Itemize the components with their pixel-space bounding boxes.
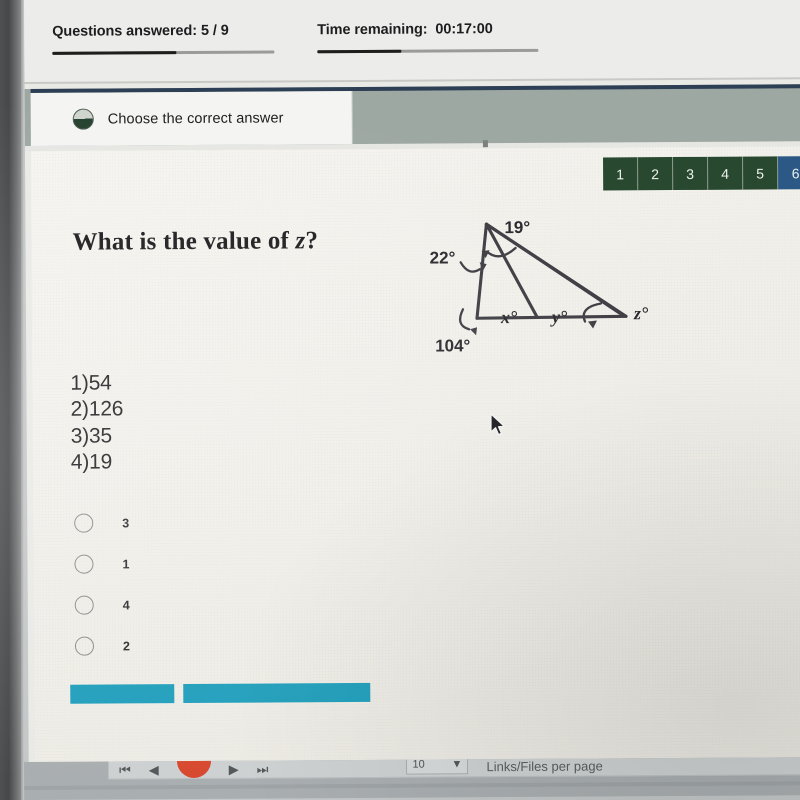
choice-group[interactable]: 3 1 4 2 xyxy=(69,501,330,667)
toolbar-shadow xyxy=(24,781,800,790)
current-page-indicator xyxy=(176,757,211,779)
photographed-screen: Questions answered: 5 / 9 Time remaining… xyxy=(0,0,800,800)
choice-option-2[interactable]: 2 xyxy=(70,624,330,667)
monitor-bezel-left xyxy=(0,0,22,800)
question-nav-button-6[interactable]: 6 xyxy=(778,156,800,190)
question-nav-button-2[interactable]: 2 xyxy=(638,157,674,191)
time-remaining-text: Time remaining: 00:17:00 xyxy=(317,21,493,38)
choice-option-4[interactable]: 4 xyxy=(70,583,330,626)
angle-label-y: y° xyxy=(550,307,568,327)
status-bar: Questions answered: 5 / 9 Time remaining… xyxy=(24,0,800,84)
question-number-nav[interactable]: 123456 xyxy=(603,156,800,191)
screen-artifact xyxy=(482,140,488,148)
mouse-cursor xyxy=(490,413,507,438)
prompt-suffix: ? xyxy=(305,227,319,255)
prompt-variable: z xyxy=(295,227,306,255)
per-page-label: Links/Files per page xyxy=(486,758,603,775)
choice-label: 2 xyxy=(122,638,130,653)
quiz-page: Questions answered: 5 / 9 Time remaining… xyxy=(24,0,800,776)
per-page-value: 10 xyxy=(412,758,425,771)
triangle-diagram-svg: 22° 19° 104° x° y° z° xyxy=(430,218,649,356)
radio-button-4[interactable] xyxy=(74,595,94,615)
angle-label-19: 19° xyxy=(504,218,530,237)
next-page-icon[interactable]: ▶ xyxy=(229,762,239,777)
geometry-figure: 22° 19° 104° x° y° z° xyxy=(429,209,670,370)
question-nav-button-4[interactable]: 4 xyxy=(708,156,744,190)
questions-answered-value: 5 / 9 xyxy=(200,22,229,39)
first-page-icon[interactable]: ⏮ xyxy=(119,762,131,777)
angle-label-z: z° xyxy=(633,303,649,323)
chevron-down-icon: ▼ xyxy=(451,758,463,771)
time-progress-bar xyxy=(317,48,539,54)
next-button[interactable] xyxy=(183,682,371,704)
angle-label-x: x° xyxy=(500,307,518,327)
answer-list-item: 4)19 xyxy=(70,450,113,475)
page-title: What is the value of z? xyxy=(72,227,318,256)
radio-button-2[interactable] xyxy=(74,636,95,656)
per-page-select[interactable]: 10 ▼ xyxy=(406,757,469,775)
question-nav-button-3[interactable]: 3 xyxy=(673,156,709,191)
bottom-toolbar: ⏮ ◀ ▶ ⏭ 10 ▼ Links/Files per page xyxy=(24,757,800,800)
choice-label: 3 xyxy=(122,515,130,530)
tab-strip: Choose the correct answer xyxy=(24,84,800,151)
answer-list-item: 2)126 xyxy=(70,397,124,422)
answer-list-item: 1)54 xyxy=(70,371,112,395)
angle-label-22: 22° xyxy=(430,248,456,267)
choice-label: 1 xyxy=(122,556,130,571)
question-nav-button-1[interactable]: 1 xyxy=(603,157,639,191)
previous-button[interactable] xyxy=(70,684,175,704)
time-remaining-label: Time remaining: xyxy=(317,21,428,39)
answer-option-list: 1)54 2)126 3)35 4)19 xyxy=(70,370,123,476)
time-remaining-value: 00:17:00 xyxy=(435,21,493,38)
questions-progress-bar xyxy=(52,50,275,55)
half-filled-circle-icon xyxy=(72,108,94,130)
previous-page-icon[interactable]: ◀ xyxy=(149,762,159,777)
radio-button-3[interactable] xyxy=(74,513,94,533)
prompt-prefix: What is the value of xyxy=(72,227,296,256)
pagination-bar: ⏮ ◀ ▶ ⏭ 10 ▼ Links/Files per page xyxy=(107,757,800,780)
questions-answered-stat: Questions answered: 5 / 9 xyxy=(52,23,229,40)
angle-label-104: 104° xyxy=(435,336,470,355)
radio-button-1[interactable] xyxy=(74,554,94,574)
choice-option-1[interactable]: 1 xyxy=(69,542,329,585)
monitor-bezel-edge xyxy=(21,0,24,800)
choice-label: 4 xyxy=(122,597,130,612)
questions-answered-label: Questions answered: xyxy=(52,22,198,40)
tab-label: Choose the correct answer xyxy=(107,109,284,127)
questions-answered-text: Questions answered: 5 / 9 xyxy=(52,23,229,40)
question-card: 123456 What is the value of z? 22° 19° 1… xyxy=(30,140,800,770)
choice-option-3[interactable]: 3 xyxy=(69,501,329,544)
time-remaining-stat: Time remaining: 00:17:00 xyxy=(317,21,493,38)
action-bar xyxy=(70,682,400,704)
answer-list-item: 3)35 xyxy=(70,424,113,448)
last-page-icon[interactable]: ⏭ xyxy=(257,762,269,777)
tab-choose-the-correct-answer[interactable]: Choose the correct answer xyxy=(30,90,353,146)
question-nav-button-5[interactable]: 5 xyxy=(743,156,779,190)
